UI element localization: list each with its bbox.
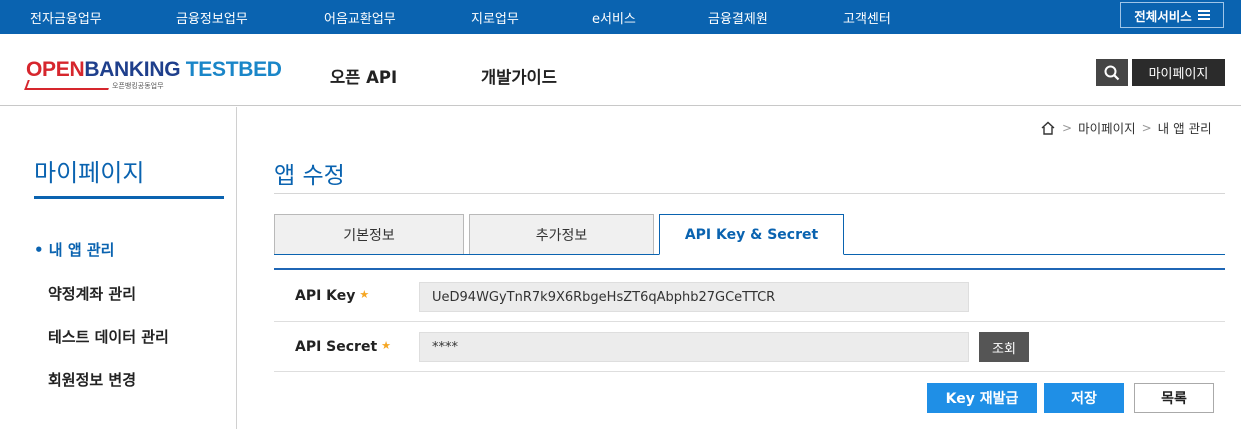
tab-basic-info[interactable]: 기본정보	[274, 214, 464, 254]
home-icon[interactable]	[1040, 120, 1056, 136]
top-menu-item[interactable]: 고객센터	[843, 8, 891, 27]
top-bar: 전자금융업무 금융정보업무 어음교환업무 지로업무 e서비스 금융결제원 고객센…	[0, 0, 1241, 34]
sidebar: 마이페이지 • 내 앱 관리 약정계좌 관리 테스트 데이터 관리 회원정보 변…	[0, 107, 237, 429]
row-divider	[274, 371, 1225, 372]
reissue-key-button[interactable]: Key 재발급	[927, 383, 1037, 413]
breadcrumb: > 마이페이지 > 내 앱 관리	[1040, 118, 1212, 137]
chevron-right-icon: >	[1062, 120, 1073, 135]
gnb-dev-guide[interactable]: 개발가이드	[481, 64, 557, 88]
top-menu-item[interactable]: 어음교환업무	[324, 8, 396, 27]
sidebar-title-underline	[34, 196, 224, 199]
sidebar-item-agreement-accounts[interactable]: 약정계좌 관리	[48, 283, 136, 304]
top-menu-item[interactable]: 금융정보업무	[176, 8, 248, 27]
breadcrumb-item[interactable]: 마이페이지	[1078, 118, 1136, 137]
required-star-icon: ★	[359, 288, 370, 301]
logo-text: OPENBANKING TESTBED	[26, 58, 282, 81]
mypage-button[interactable]: 마이페이지	[1132, 59, 1225, 86]
top-menu-item[interactable]: 지로업무	[471, 8, 519, 27]
form-top-border	[274, 268, 1225, 270]
logo-subtitle: 오픈뱅킹공동업무	[112, 82, 164, 90]
top-menu-item[interactable]: 전자금융업무	[30, 8, 102, 27]
sidebar-item-my-apps[interactable]: • 내 앱 관리	[34, 239, 114, 260]
all-services-button[interactable]: 전체서비스	[1120, 2, 1224, 28]
sidebar-item-test-data[interactable]: 테스트 데이터 관리	[48, 326, 169, 347]
api-key-label: API Key ★	[295, 288, 370, 304]
title-divider	[274, 193, 1225, 194]
row-divider	[274, 321, 1225, 322]
top-menu-item[interactable]: 금융결제원	[708, 8, 768, 27]
api-key-field[interactable]: UeD94WGyTnR7k9X6RbgeHsZT6qAbphb27GCeTTCR	[419, 282, 969, 312]
gnb-open-api[interactable]: 오픈 API	[330, 64, 397, 88]
hamburger-icon	[1197, 10, 1210, 20]
api-secret-field[interactable]: ****	[419, 332, 969, 362]
tab-additional-info[interactable]: 추가정보	[469, 214, 654, 254]
api-secret-label: API Secret ★	[295, 339, 392, 355]
list-button[interactable]: 목록	[1134, 383, 1214, 413]
search-icon	[1104, 65, 1120, 80]
breadcrumb-item[interactable]: 내 앱 관리	[1158, 118, 1212, 137]
view-secret-button[interactable]: 조회	[979, 332, 1029, 362]
search-button[interactable]	[1096, 59, 1128, 86]
all-services-label: 전체서비스	[1134, 8, 1192, 24]
page-title: 앱 수정	[274, 163, 345, 189]
header: OPENBANKING TESTBED 오픈뱅킹공동업무 오픈 API 개발가이…	[0, 34, 1241, 106]
logo-swoosh	[24, 80, 112, 90]
sidebar-item-member-info[interactable]: 회원정보 변경	[48, 369, 136, 390]
openbanking-logo[interactable]: OPENBANKING TESTBED 오픈뱅킹공동업무	[24, 58, 282, 94]
top-menu-item[interactable]: e서비스	[592, 8, 636, 27]
required-star-icon: ★	[381, 339, 392, 352]
save-button[interactable]: 저장	[1044, 383, 1124, 413]
chevron-right-icon: >	[1141, 120, 1152, 135]
tab-api-key-secret[interactable]: API Key & Secret	[659, 214, 844, 255]
sidebar-title: 마이페이지	[34, 159, 145, 187]
